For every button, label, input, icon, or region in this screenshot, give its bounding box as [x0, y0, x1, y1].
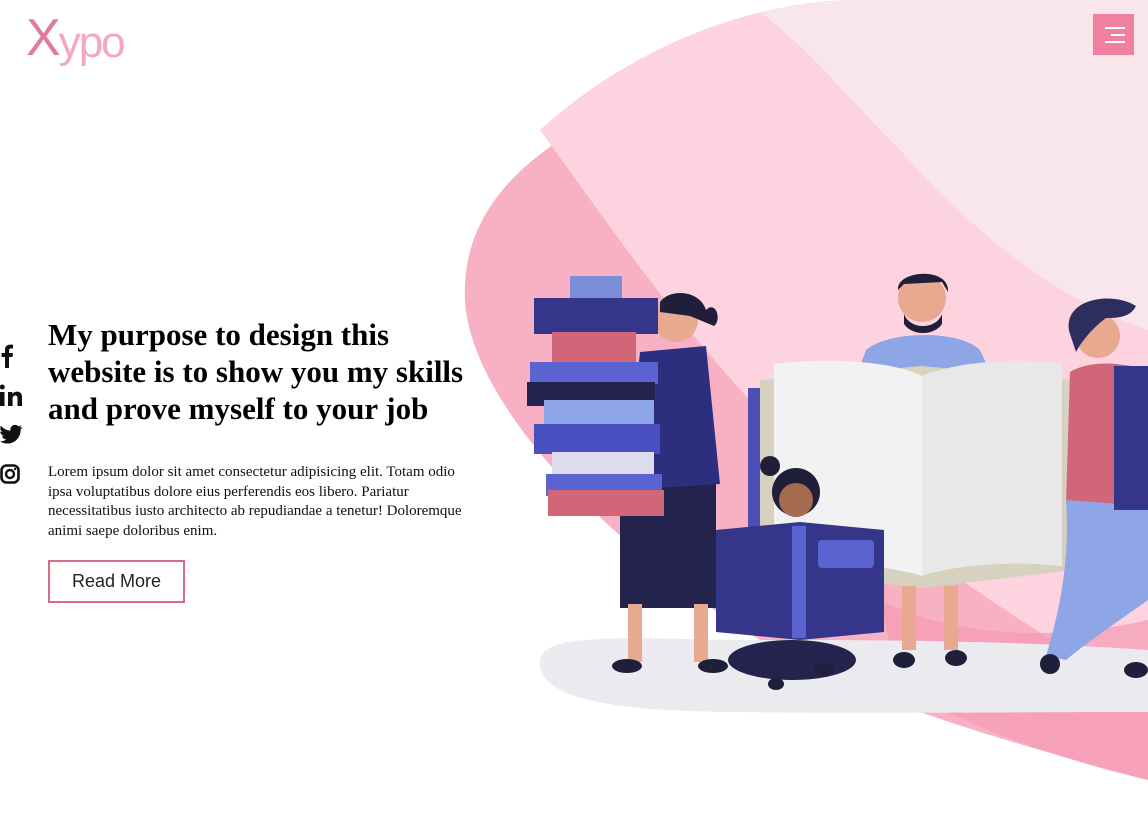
- hero-title: My purpose to design this website is to …: [48, 317, 464, 426]
- logo-letter-x: X: [26, 9, 61, 67]
- hamburger-menu-button[interactable]: [1093, 14, 1134, 55]
- read-more-button[interactable]: Read More: [48, 560, 185, 603]
- logo-text: ypo: [58, 18, 126, 67]
- hamburger-menu-icon-line: [1105, 41, 1125, 43]
- facebook-icon[interactable]: [0, 344, 22, 370]
- instagram-icon[interactable]: [0, 464, 22, 490]
- social-links: [0, 344, 22, 504]
- linkedin-icon[interactable]: [0, 384, 22, 410]
- hamburger-menu-icon-line: [1105, 27, 1125, 29]
- hamburger-menu-icon-line: [1111, 34, 1125, 36]
- twitter-icon[interactable]: [0, 424, 22, 450]
- hero-section: My purpose to design this website is to …: [48, 316, 478, 603]
- site-logo[interactable]: Xypo: [26, 9, 126, 67]
- hero-description: Lorem ipsum dolor sit amet consectetur a…: [48, 464, 462, 539]
